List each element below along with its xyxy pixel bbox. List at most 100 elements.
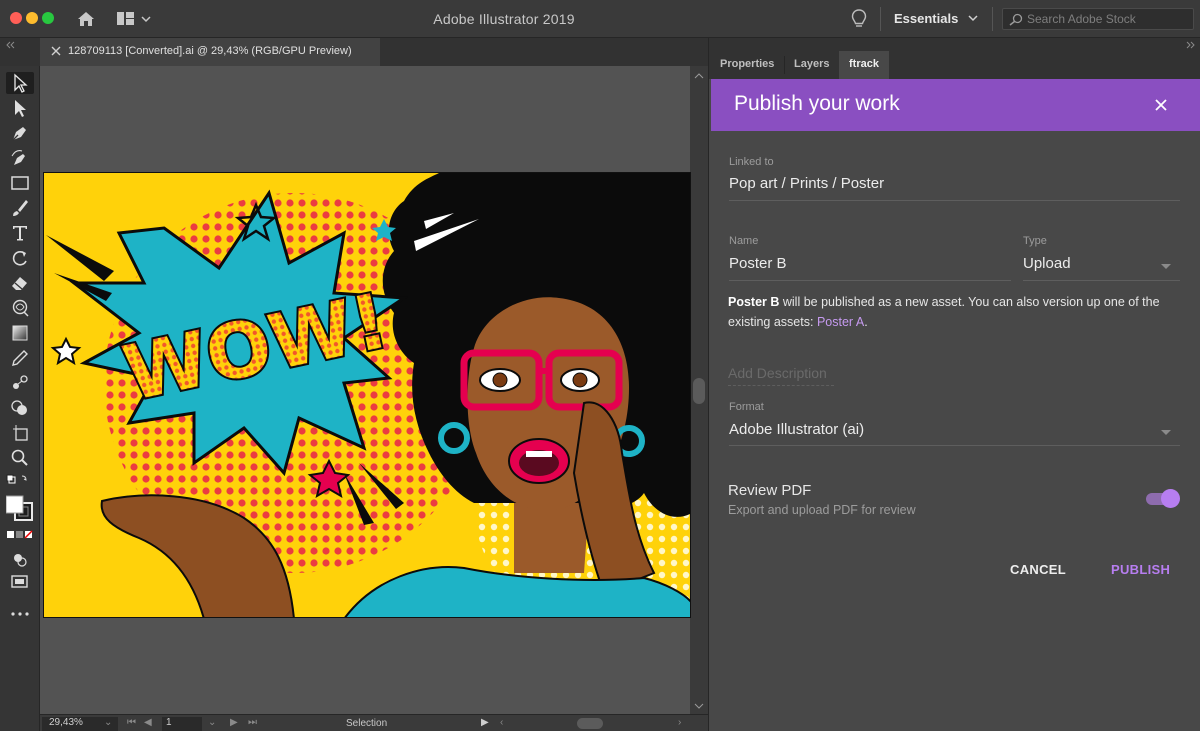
chevron-down-icon[interactable] [968, 14, 978, 22]
field-underline [729, 280, 1011, 281]
shape-builder-tool[interactable] [6, 397, 34, 419]
document-tab[interactable]: 128709113 [Converted].ai @ 29,43% (RGB/G… [40, 38, 380, 66]
dropdown-caret-icon[interactable] [1161, 430, 1171, 435]
chevron-down-icon[interactable]: ⌄ [208, 717, 216, 728]
existing-asset-link[interactable]: Poster A [817, 315, 864, 329]
info-end: . [864, 315, 868, 329]
draw-mode-button[interactable] [6, 548, 34, 570]
artboard-number-value: 1 [166, 717, 172, 728]
gradient-icon [12, 325, 28, 341]
current-tool-status[interactable]: Selection [346, 718, 387, 729]
screen-mode-icon [11, 575, 28, 588]
info-asset-name: Poster B [728, 295, 780, 309]
scroll-up-icon[interactable] [694, 72, 704, 80]
review-pdf-toggle[interactable] [1144, 488, 1180, 508]
scroll-right-icon[interactable]: › [678, 717, 681, 728]
rectangle-tool[interactable] [6, 172, 34, 194]
review-pdf-title: Review PDF [728, 482, 812, 499]
warp-tool[interactable] [6, 297, 34, 319]
blend-icon [13, 375, 28, 389]
eyedropper-tool[interactable] [6, 347, 34, 369]
field-underline [729, 200, 1180, 201]
collapse-panel-icon[interactable] [1185, 41, 1195, 49]
tab-ftrack[interactable]: ftrack [839, 51, 889, 79]
fill-stroke-icon [6, 495, 33, 521]
draw-mode-icon [14, 554, 27, 567]
warp-icon [12, 299, 29, 317]
vertical-scroll-thumb[interactable] [693, 378, 705, 404]
eyedropper-icon [12, 350, 28, 366]
artboard-number-field[interactable]: 1 [162, 717, 202, 731]
artboard-tool[interactable] [6, 422, 34, 444]
next-artboard-icon[interactable]: ▶ [230, 717, 238, 728]
type-label: Type [1023, 235, 1047, 247]
blend-tool[interactable] [6, 372, 34, 394]
default-colors-control[interactable] [6, 474, 34, 488]
selection-tool[interactable] [6, 72, 34, 94]
pen-tool[interactable] [6, 122, 34, 144]
status-bar: 29,43% ⌄ ⏮ ◀ 1 ⌄ ▶ ⏭ Selection ▶ ‹ › [40, 714, 708, 731]
cancel-button[interactable]: CANCEL [1010, 562, 1066, 577]
type-tool[interactable] [6, 222, 34, 244]
shape-builder-icon [11, 400, 27, 415]
description-underline [728, 385, 834, 386]
previous-artboard-icon[interactable]: ◀ [144, 717, 152, 728]
scroll-down-icon[interactable] [694, 702, 704, 710]
illustrator-window: Adobe Illustrator 2019 Essentials Search… [0, 0, 1200, 731]
document-tab-bar: 128709113 [Converted].ai @ 29,43% (RGB/G… [40, 38, 708, 66]
document-tab-title: 128709113 [Converted].ai @ 29,43% (RGB/G… [68, 45, 352, 57]
lightbulb-icon[interactable] [850, 8, 868, 30]
color-mode-buttons[interactable] [6, 530, 34, 542]
close-icon[interactable] [1153, 97, 1169, 113]
artboard[interactable]: WOW! [43, 172, 691, 618]
stock-search-input[interactable] [1027, 11, 1187, 27]
eraser-icon [12, 277, 27, 290]
pop-art-illustration: WOW! [44, 173, 690, 617]
vertical-scrollbar[interactable] [690, 66, 708, 714]
curvature-tool[interactable] [6, 147, 34, 169]
status-menu-icon[interactable]: ▶ [481, 717, 489, 728]
stock-search-box[interactable] [1002, 8, 1194, 30]
format-select[interactable]: Adobe Illustrator (ai) [729, 421, 864, 438]
paintbrush-tool[interactable] [6, 197, 34, 219]
publish-info-text: Poster B will be published as a new asse… [728, 292, 1184, 332]
type-select[interactable]: Upload [1023, 255, 1071, 272]
workspace-switcher[interactable]: Essentials [894, 11, 958, 26]
review-pdf-subtitle: Export and upload PDF for review [728, 503, 916, 517]
eraser-tool[interactable] [6, 272, 34, 294]
description-input[interactable]: Add Description [728, 365, 827, 381]
horizontal-scroll-thumb[interactable] [577, 718, 603, 729]
tools-panel [0, 66, 40, 731]
screen-mode-button[interactable] [6, 571, 34, 593]
first-artboard-icon[interactable]: ⏮ [127, 717, 136, 728]
zoom-magnifier-icon [11, 449, 28, 466]
direct-selection-tool[interactable] [6, 97, 34, 119]
tools-panel-header[interactable] [0, 38, 40, 66]
rotate-tool[interactable] [6, 247, 34, 269]
zoom-level-value: 29,43% [49, 717, 83, 728]
name-input[interactable]: Poster B [729, 255, 787, 272]
collapse-panel-icon[interactable] [6, 41, 16, 49]
teeth [526, 451, 552, 457]
field-underline [1023, 280, 1180, 281]
title-bar: Adobe Illustrator 2019 Essentials [0, 0, 1200, 38]
scroll-left-icon[interactable]: ‹ [500, 717, 503, 728]
fill-stroke-swatches[interactable] [6, 492, 34, 522]
linked-to-field[interactable]: Pop art / Prints / Poster [729, 175, 884, 192]
last-artboard-icon[interactable]: ⏭ [248, 717, 257, 728]
dropdown-caret-icon[interactable] [1161, 264, 1171, 269]
chevron-down-icon[interactable]: ⌄ [104, 717, 112, 728]
tab-layers[interactable]: Layers [784, 51, 839, 79]
gradient-tool[interactable] [6, 322, 34, 344]
linked-to-label: Linked to [729, 156, 774, 168]
publish-button[interactable]: PUBLISH [1111, 562, 1170, 577]
publish-header: Publish your work [711, 79, 1200, 131]
format-label: Format [729, 401, 764, 413]
zoom-tool[interactable] [6, 447, 34, 469]
close-icon[interactable] [50, 45, 62, 57]
rectangle-icon [11, 176, 29, 190]
tab-properties[interactable]: Properties [710, 51, 784, 79]
field-underline [729, 445, 1180, 446]
edit-toolbar-button[interactable] [6, 607, 34, 621]
paintbrush-icon [13, 200, 28, 216]
